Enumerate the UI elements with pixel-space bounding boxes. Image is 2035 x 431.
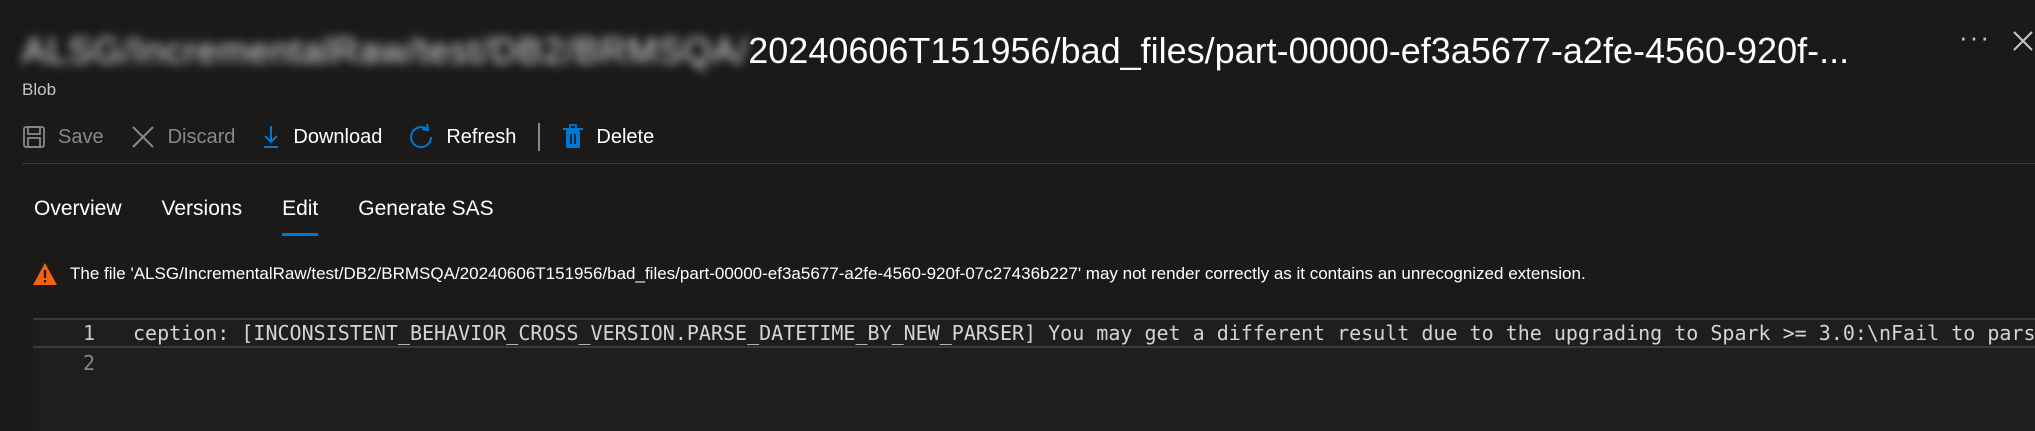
warning-icon: [33, 263, 57, 285]
blade-header: ALSG/IncrementalRaw/test/DB2/BRMSQA/2024…: [22, 18, 2035, 99]
line-number: 1: [82, 321, 95, 345]
refresh-icon: [410, 124, 433, 149]
save-button[interactable]: Save: [22, 117, 104, 157]
more-options-button[interactable]: ···: [1955, 20, 1995, 54]
toolbar-separator: [538, 123, 541, 151]
warning-text: The file 'ALSG/IncrementalRaw/test/DB2/B…: [70, 264, 1586, 283]
discard-label: Discard: [167, 125, 236, 148]
tab-edit[interactable]: Edit: [282, 186, 319, 236]
tab-generate-sas[interactable]: Generate SAS: [358, 186, 493, 236]
delete-label: Delete: [596, 125, 655, 148]
command-bar: Save Discard Download Refresh Delete: [22, 112, 680, 162]
delete-button[interactable]: Delete: [562, 117, 654, 157]
tab-bar: Overview Versions Edit Generate SAS: [22, 186, 522, 236]
download-label: Download: [293, 125, 383, 148]
trash-icon: [563, 124, 584, 148]
toolbar-divider: [22, 163, 2035, 164]
line-number: 2: [82, 351, 95, 375]
title-visible-path: 20240606T151956/bad_files/part-00000-ef3…: [748, 30, 1850, 71]
editor-line[interactable]: 1 ception: [INCONSISTENT_BEHAVIOR_CROSS_…: [33, 318, 2035, 348]
refresh-button[interactable]: Refresh: [408, 117, 516, 157]
line-content[interactable]: ception: [INCONSISTENT_BEHAVIOR_CROSS_VE…: [133, 320, 2035, 346]
unrecognized-extension-warning: The file 'ALSG/IncrementalRaw/test/DB2/B…: [32, 262, 1586, 286]
editor-line[interactable]: 2: [33, 348, 2035, 378]
title-redacted-path: ALSG/IncrementalRaw/test/DB2/BRMSQA/: [22, 30, 749, 71]
resource-type-label: Blob: [22, 80, 57, 99]
code-editor[interactable]: 1 ception: [INCONSISTENT_BEHAVIOR_CROSS_…: [33, 318, 2035, 431]
tab-versions[interactable]: Versions: [162, 186, 243, 236]
page-title: ALSG/IncrementalRaw/test/DB2/BRMSQA/2024…: [22, 26, 1849, 76]
tab-overview[interactable]: Overview: [34, 186, 122, 236]
download-button[interactable]: Download: [261, 117, 382, 157]
discard-icon: [131, 126, 154, 148]
close-icon: [2013, 31, 2033, 51]
download-icon: [264, 126, 279, 148]
save-label: Save: [58, 125, 104, 148]
close-button[interactable]: [2010, 26, 2035, 56]
discard-button[interactable]: Discard: [130, 117, 236, 157]
refresh-label: Refresh: [446, 125, 517, 148]
save-icon: [23, 126, 45, 148]
